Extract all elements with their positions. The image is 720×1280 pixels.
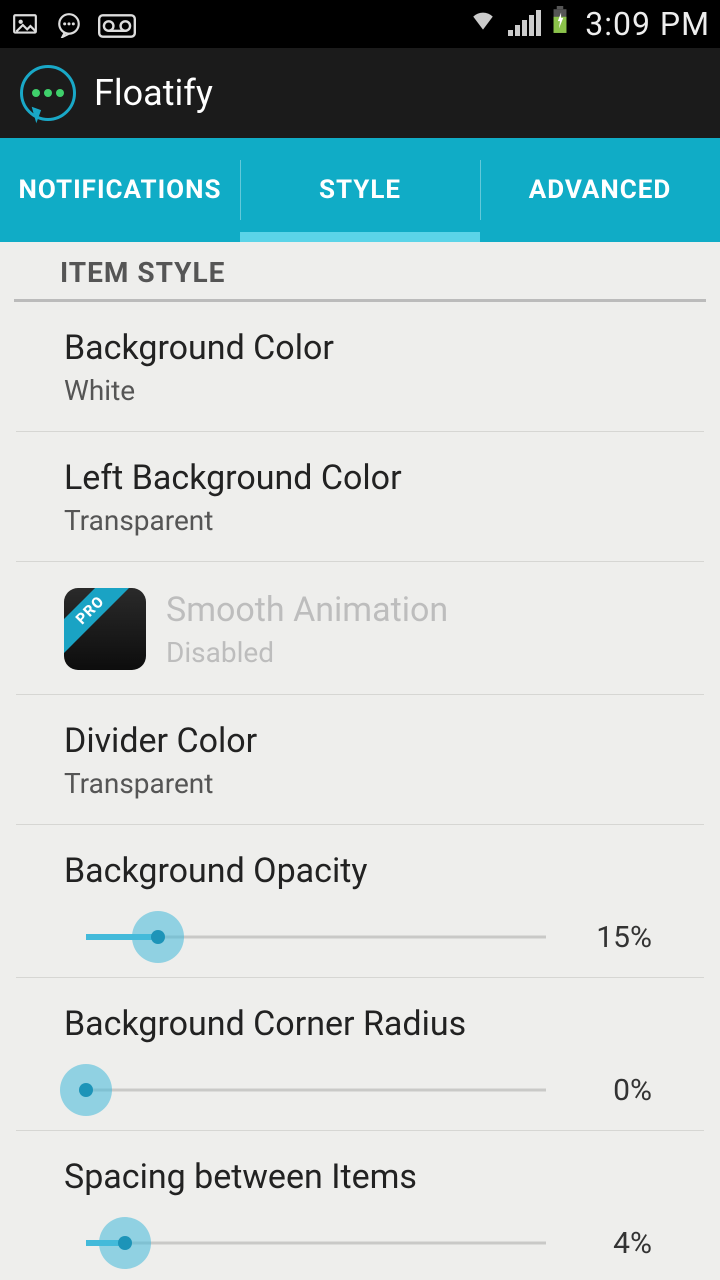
slider-thumb[interactable] (60, 1064, 112, 1116)
setting-value: Transparent (64, 767, 656, 800)
signal-icon (508, 12, 541, 36)
slider-value: 4% (576, 1226, 656, 1261)
slider-thumb[interactable] (132, 911, 184, 963)
tab-advanced[interactable]: ADVANCED (480, 138, 720, 242)
setting-background-color[interactable]: Background Color White (16, 302, 704, 432)
setting-title: Background Corner Radius (64, 1004, 656, 1044)
setting-title: Background Opacity (64, 851, 656, 891)
setting-left-background-color[interactable]: Left Background Color Transparent (16, 432, 704, 562)
tab-style[interactable]: STYLE (240, 138, 480, 242)
setting-title: Background Color (64, 328, 656, 368)
battery-icon (551, 6, 569, 42)
app-title: Floatify (94, 72, 213, 114)
setting-title: Spacing between Items (64, 1157, 656, 1197)
wifi-icon (468, 7, 498, 42)
slider-value: 15% (576, 920, 656, 955)
chat-icon (54, 11, 84, 37)
setting-value: Disabled (166, 636, 448, 669)
setting-title: Smooth Animation (166, 590, 448, 630)
slider-thumb[interactable] (99, 1217, 151, 1269)
tabs: NOTIFICATIONS STYLE ADVANCED (0, 138, 720, 242)
app-logo-icon (20, 65, 76, 121)
setting-value: Transparent (64, 504, 656, 537)
setting-title: Divider Color (64, 721, 656, 761)
status-right: 3:09 PM (468, 5, 710, 43)
setting-smooth-animation[interactable]: PRO Smooth Animation Disabled (16, 562, 704, 695)
setting-value: White (64, 374, 656, 407)
radius-slider[interactable] (64, 1068, 546, 1112)
tab-notifications[interactable]: NOTIFICATIONS (0, 138, 240, 242)
content[interactable]: ITEM STYLE Background Color White Left B… (0, 242, 720, 1280)
setting-title: Left Background Color (64, 458, 656, 498)
opacity-slider[interactable] (64, 915, 546, 959)
app-bar: Floatify (0, 48, 720, 138)
pro-ribbon: PRO (64, 588, 134, 654)
status-bar: 3:09 PM (0, 0, 720, 48)
setting-background-opacity[interactable]: Background Opacity 15% (16, 825, 704, 978)
section-item-style: ITEM STYLE (14, 242, 706, 302)
pro-badge-icon: PRO (64, 588, 146, 670)
slider-value: 0% (576, 1073, 656, 1108)
setting-spacing[interactable]: Spacing between Items 4% (16, 1131, 704, 1280)
picture-icon (10, 11, 40, 37)
status-left (10, 11, 128, 37)
setting-divider-color[interactable]: Divider Color Transparent (16, 695, 704, 825)
setting-corner-radius[interactable]: Background Corner Radius 0% (16, 978, 704, 1131)
spacing-slider[interactable] (64, 1221, 546, 1265)
voicemail-icon (98, 11, 128, 37)
clock: 3:09 PM (585, 5, 710, 43)
